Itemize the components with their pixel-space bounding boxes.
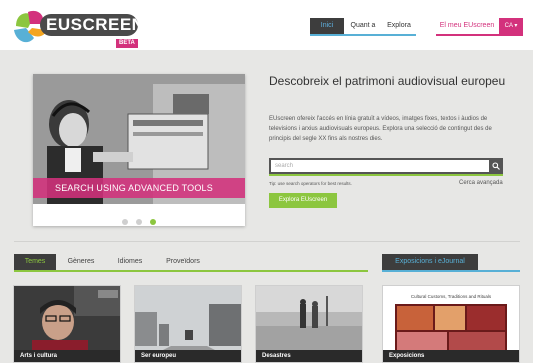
language-selector[interactable]: CA ▾ (499, 18, 523, 34)
tabs-underline (14, 270, 368, 272)
nav-underline (310, 34, 416, 36)
thumbnail-label: Ser europeu (135, 350, 241, 362)
logo-wordmark: EUSCREEN (46, 15, 145, 34)
explore-button[interactable]: Explora EUscreen (269, 193, 337, 208)
euscreen-logo[interactable]: EUSCREEN BETA (12, 8, 144, 48)
slide-dot-1[interactable] (121, 219, 128, 225)
search-input[interactable]: search (269, 158, 489, 174)
nav-item-my-euscreen[interactable]: El meu EUscreen (436, 18, 498, 34)
hero-title: Descobreix el patrimoni audiovisual euro… (269, 74, 506, 88)
slide-dot-2[interactable] (136, 219, 142, 225)
beta-badge: BETA (116, 39, 138, 48)
thumbnail-label: Exposicions (383, 350, 519, 362)
hero-description: EUscreen ofereix l'accés en línia gratuï… (269, 116, 492, 142)
search-tip: Tip: use search operators for best resul… (269, 181, 352, 186)
search-icon (492, 162, 500, 170)
thumbnail-label: Arts i cultura (14, 350, 120, 362)
section-divider (14, 241, 520, 242)
nav-item-explora[interactable]: Explora (382, 18, 416, 34)
search-button[interactable] (489, 158, 503, 174)
search-underline (269, 174, 503, 176)
nav-underline-user (436, 34, 523, 36)
header: EUSCREEN BETA Inici Quant a Explora El m… (0, 0, 533, 50)
tab-proveidors[interactable]: Proveïdors (157, 254, 209, 270)
slide-dots (33, 212, 245, 225)
thumbnail-being-european[interactable]: Ser europeu (134, 285, 242, 363)
thumbnail-label: Desastres (256, 350, 362, 362)
exhibition-card[interactable]: Cultural Customs, Traditions and Rituals… (382, 285, 520, 363)
browse-tabs: Temes Gèneres Idiomes Proveïdors (14, 254, 368, 270)
tab-generes[interactable]: Gèneres (60, 254, 102, 270)
hero-slider[interactable]: SEARCH USING ADVANCED TOOLS (33, 74, 245, 226)
nav-item-inici[interactable]: Inici (310, 18, 344, 34)
nav-item-quant-a[interactable]: Quant a (346, 18, 380, 34)
slide-banner[interactable]: SEARCH USING ADVANCED TOOLS (33, 178, 245, 198)
tab-exhibitions-ejournal[interactable]: Exposicions i eJournal (382, 254, 478, 270)
slide-dot-3[interactable] (150, 219, 157, 225)
thumbnail-disasters[interactable]: Desastres (255, 285, 363, 363)
slide-image[interactable]: SEARCH USING ADVANCED TOOLS (33, 74, 245, 204)
tab-idiomes[interactable]: Idiomes (110, 254, 150, 270)
tab-temes[interactable]: Temes (14, 254, 56, 270)
right-tab-underline (382, 270, 520, 272)
advanced-search-link[interactable]: Cerca avançada (459, 180, 503, 186)
thumbnail-arts-culture[interactable]: Arts i cultura (13, 285, 121, 363)
